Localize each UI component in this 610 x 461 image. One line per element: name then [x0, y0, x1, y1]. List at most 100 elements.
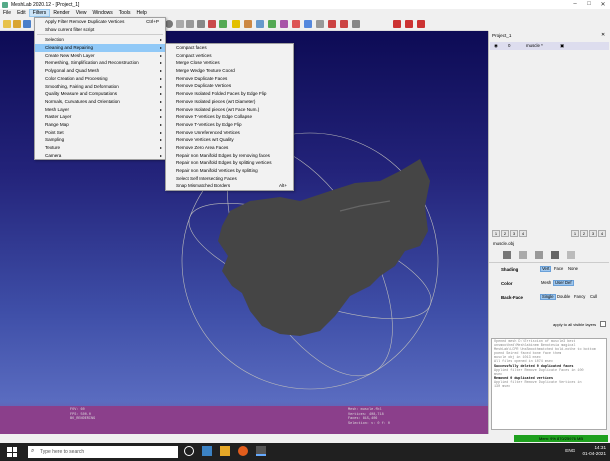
wire-render-icon[interactable] — [535, 251, 543, 259]
close-window-button[interactable]: ✕ — [596, 1, 610, 8]
filters-menu-item[interactable]: Point Set ▸ — [35, 129, 165, 137]
view-tab-3[interactable]: 3 — [589, 230, 597, 237]
backface-single-option[interactable]: Single — [540, 294, 556, 300]
raster-tab-4[interactable]: 4 — [519, 230, 527, 237]
cleaning-menu-item[interactable]: Repair non Manifold Vertices by splittin… — [166, 167, 293, 175]
apply-all-checkbox[interactable] — [600, 321, 606, 327]
open-project-icon[interactable] — [13, 20, 21, 28]
filters-menu-item[interactable]: Cleaning and Repairing ▸ — [35, 44, 165, 52]
cleaning-menu-item[interactable]: Repair non Manifold Edges by splitting v… — [166, 159, 293, 167]
menu-windows[interactable]: Windows — [89, 9, 115, 17]
backface-double-option[interactable]: Double — [556, 294, 571, 300]
tool-x-icon[interactable] — [393, 20, 401, 28]
cleaning-menu-item[interactable]: Merge Close Vertices — [166, 59, 293, 67]
tool-y-icon[interactable] — [405, 20, 413, 28]
paint-icon[interactable] — [268, 20, 276, 28]
backface-cull-option[interactable]: Cull — [589, 294, 598, 300]
cleaning-menu-item[interactable]: Remove T-Vertices by Edge Flip — [166, 121, 293, 129]
cleaning-menu-item[interactable]: Remove Zero Area Faces — [166, 144, 293, 152]
layer-more-icon[interactable]: ▣ — [560, 43, 564, 49]
delete-faces-icon[interactable] — [328, 20, 336, 28]
cleaning-menu-item[interactable]: Repair non Manifold Edges by removing fa… — [166, 152, 293, 160]
menu-tools[interactable]: Tools — [116, 9, 134, 17]
filters-menu-item[interactable]: Quality Measure and Computations ▸ — [35, 90, 165, 98]
shading-face-option[interactable]: Face — [553, 266, 564, 272]
cleaning-menu-item[interactable]: Remove Duplicate Faces — [166, 75, 293, 83]
taskbar-app-edge-icon[interactable] — [202, 446, 212, 456]
backface-fancy-option[interactable]: Fancy — [573, 294, 586, 300]
filters-menu-item[interactable]: Polygonal and Quad Mesh ▸ — [35, 67, 165, 75]
cleaning-menu-item[interactable]: Remove Vertices wrt Quality — [166, 136, 293, 144]
filters-menu-item[interactable]: Normals, Curvatures and Orientation ▸ — [35, 98, 165, 106]
tool-z-icon[interactable] — [417, 20, 425, 28]
filters-menu-item[interactable]: Camera ▸ — [35, 152, 165, 160]
panel-close-icon[interactable]: ✕ — [601, 32, 605, 38]
filters-menu-item[interactable]: Show current filter script — [35, 26, 165, 34]
taskbar-app-explorer-icon[interactable] — [220, 446, 230, 456]
select-vertices-icon[interactable] — [304, 20, 312, 28]
eye-icon[interactable]: ◉ — [494, 43, 498, 49]
pick-icon[interactable] — [244, 20, 252, 28]
cleaning-menu-item[interactable]: Remove Isolated pieces (wrt Face Num.) — [166, 106, 293, 114]
cleaning-menu-item[interactable]: Remove Duplicate Vertices — [166, 82, 293, 90]
menu-file[interactable]: File — [0, 9, 14, 17]
wireframe-icon[interactable] — [186, 20, 194, 28]
cleaning-menu-item[interactable]: Merge Wedge Texture Coord — [166, 67, 293, 75]
flat-icon[interactable] — [197, 20, 205, 28]
language-indicator[interactable]: ENG — [565, 448, 575, 453]
layer-row[interactable]: ◉ 0 muscle * ▣ — [490, 42, 609, 50]
filters-menu-item[interactable]: Texture ▸ — [35, 144, 165, 152]
menu-render[interactable]: Render — [50, 9, 72, 17]
windows-start-icon[interactable] — [7, 447, 17, 457]
light-icon[interactable] — [232, 20, 240, 28]
cleaning-menu-item[interactable]: Snap Mismatched Borders Alt+ — [166, 182, 293, 190]
shading-none-option[interactable]: None — [567, 266, 579, 272]
taskbar-app-firefox-icon[interactable] — [238, 446, 248, 456]
color-mesh-option[interactable]: Mesh — [540, 280, 552, 286]
menu-help[interactable]: Help — [133, 9, 149, 17]
cleaning-menu-item[interactable]: Select Self Intersecting Faces — [166, 175, 293, 183]
log-area[interactable]: Opened mesh D:\Erriscion of muscle3 best… — [491, 338, 607, 430]
save-icon[interactable] — [23, 20, 31, 28]
filters-menu-item[interactable]: Mesh Layer ▸ — [35, 106, 165, 114]
clock-date[interactable]: 01-04-2021 — [583, 451, 607, 457]
cleaning-menu-item[interactable]: Compact vertices — [166, 52, 293, 60]
raster-tab-3[interactable]: 3 — [510, 230, 518, 237]
points-icon[interactable] — [176, 20, 184, 28]
view-tab-1[interactable]: 1 — [571, 230, 579, 237]
select-faces-icon[interactable] — [292, 20, 300, 28]
points-render-icon[interactable] — [519, 251, 527, 259]
bbox-render-icon[interactable] — [503, 251, 511, 259]
minimize-button[interactable]: – — [568, 1, 582, 8]
raster-tab-2[interactable]: 2 — [501, 230, 509, 237]
filters-menu-item[interactable]: Remeshing, Simplification and Reconstruc… — [35, 59, 165, 67]
view-tab-2[interactable]: 2 — [580, 230, 588, 237]
task-view-icon[interactable] — [184, 446, 194, 456]
cleaning-menu-item[interactable]: Remove Isolated Folded Faces by Edge Fli… — [166, 90, 293, 98]
taskbar-app-meshlab-icon[interactable] — [256, 446, 266, 456]
filters-menu-item[interactable]: Smoothing, Fairing and Deformation ▸ — [35, 83, 165, 91]
invert-selection-icon[interactable] — [352, 20, 360, 28]
sphere-icon[interactable] — [165, 20, 173, 28]
select-connected-icon[interactable] — [316, 20, 324, 28]
view-tab-4[interactable]: 4 — [598, 230, 606, 237]
maximize-button[interactable]: □ — [582, 1, 596, 8]
filters-menu-item[interactable]: Apply Filter Remove Duplicate Vertices Ct… — [35, 18, 165, 26]
measure-icon[interactable] — [256, 20, 264, 28]
menu-edit[interactable]: Edit — [14, 9, 29, 17]
menu-filters[interactable]: Filters — [28, 9, 51, 17]
texture-render-icon[interactable] — [567, 251, 575, 259]
color-userdef-option[interactable]: User Def — [553, 280, 574, 286]
delete-vertices-icon[interactable] — [340, 20, 348, 28]
texture-icon[interactable] — [219, 20, 227, 28]
shading-vert-option[interactable]: Vert — [540, 266, 552, 272]
filters-menu-item[interactable]: Selection ▸ — [35, 36, 165, 44]
filters-menu-item[interactable]: Color Creation and Processing ▸ — [35, 75, 165, 83]
cleaning-menu-item[interactable]: Compact faces — [166, 44, 293, 52]
cleaning-menu-item[interactable]: Remove T-Vertices by Edge Collapse — [166, 113, 293, 121]
filters-menu-item[interactable]: Create New Mesh Layer ▸ — [35, 52, 165, 60]
solid-render-icon[interactable] — [551, 251, 559, 259]
filters-menu-item[interactable]: Sampling ▸ — [35, 136, 165, 144]
raster-tab-1[interactable]: 1 — [492, 230, 500, 237]
cleaning-menu-item[interactable]: Remove Unreferenced Vertices — [166, 129, 293, 137]
